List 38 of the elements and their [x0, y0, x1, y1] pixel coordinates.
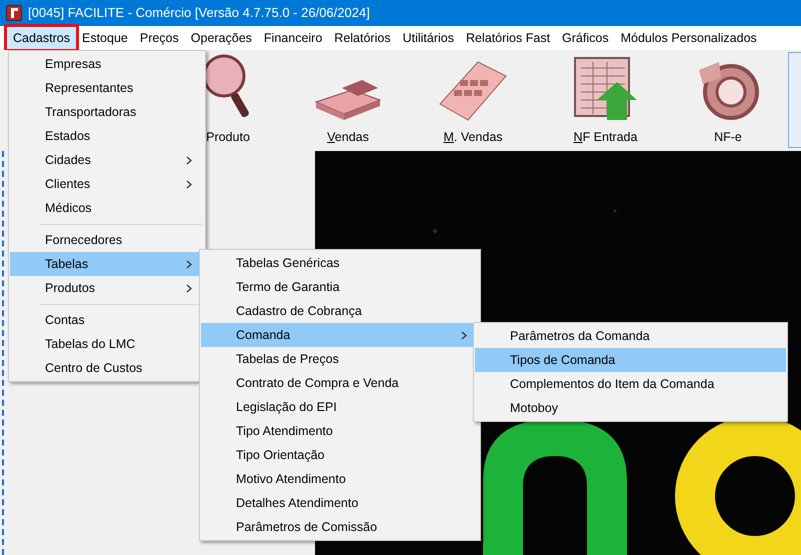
chevron-right-icon: [461, 330, 467, 340]
menu-bar-item[interactable]: Relatórios Fast: [460, 27, 556, 49]
menu-item[interactable]: Tipos de Comanda: [475, 348, 786, 372]
menu-bar-item[interactable]: Estoque: [76, 27, 134, 49]
menu-bar-item[interactable]: Cadastros: [7, 27, 76, 49]
menu-bar-item[interactable]: Preços: [134, 27, 185, 49]
toolbar-button[interactable]: M. Vendas: [408, 50, 538, 151]
menu-bar-item[interactable]: Financeiro: [258, 27, 328, 49]
spreadsheet-upload-icon: [572, 56, 638, 122]
menu-item[interactable]: Produtos: [10, 276, 204, 300]
window-title: [0045] FACILITE - Comércio [Versão 4.7.75.0 - 26/06/2024]: [28, 4, 370, 22]
menu-bar-item[interactable]: Operações: [184, 27, 258, 49]
menu-item[interactable]: Clientes: [10, 172, 204, 196]
menu-item[interactable]: Cadastro de Cobrança: [201, 299, 479, 323]
menu-item[interactable]: Parâmetros de Comissão: [201, 515, 479, 539]
menu-bar-item[interactable]: Utilitários: [396, 27, 460, 49]
menu-item[interactable]: Detalhes Atendimento: [201, 491, 479, 515]
menu-item[interactable]: Tipo Atendimento: [201, 419, 479, 443]
menu-bar-item[interactable]: Relatórios: [328, 27, 397, 49]
menu-item[interactable]: Médicos: [10, 196, 204, 220]
chevron-right-icon: [186, 284, 192, 292]
chevron-right-icon: [186, 180, 192, 188]
menu-item[interactable]: Motivo Atendimento: [201, 467, 479, 491]
menu-item[interactable]: Tipo Orientação: [201, 443, 479, 467]
menu-item[interactable]: Tabelas Genéricas: [201, 251, 479, 275]
menu-item[interactable]: Motoboy: [475, 396, 786, 420]
menu-item[interactable]: Cidades: [10, 148, 204, 172]
toolbar-button[interactable]: NF Entrada: [538, 50, 673, 151]
menu-item[interactable]: Complementos do Item da Comanda: [475, 372, 786, 396]
chevron-right-icon: [186, 156, 192, 164]
menu-bar-item[interactable]: Gráficos: [556, 27, 615, 49]
app-logo-icon: [6, 5, 22, 21]
toolbar-button[interactable]: Vendas: [288, 50, 408, 151]
menu-bar-item[interactable]: Módulos Personalizados: [614, 27, 763, 49]
toolbar-button[interactable]: NF-e: [673, 50, 783, 151]
chevron-right-icon: [186, 260, 192, 268]
menu-item[interactable]: Termo de Garantia: [201, 275, 479, 299]
menu-item[interactable]: Fornecedores: [10, 228, 204, 252]
